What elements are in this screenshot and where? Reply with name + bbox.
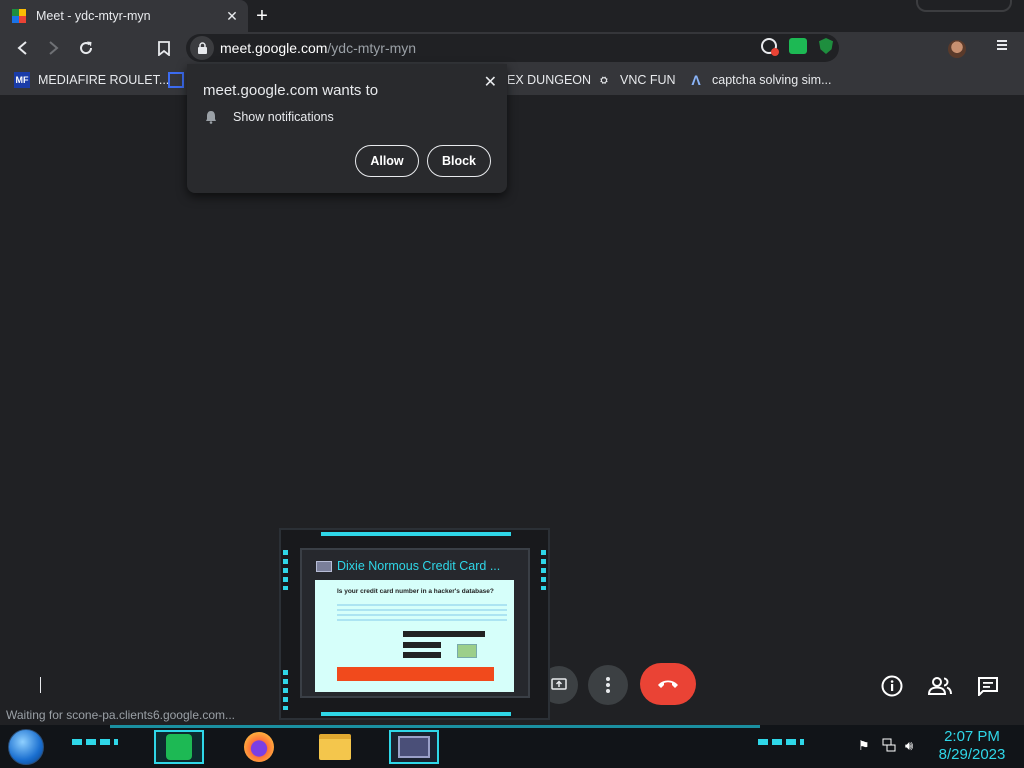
taskbar-file-explorer[interactable]: [310, 730, 360, 764]
allow-button[interactable]: Allow: [355, 145, 419, 177]
tab-close-icon[interactable]: ✕: [220, 4, 244, 28]
back-arrow-icon[interactable]: [6, 34, 38, 62]
preview-frame-accent-left: [283, 550, 288, 590]
bookmark-vnc-fun[interactable]: ⛭ VNC FUN: [596, 71, 675, 89]
address-bar[interactable]: meet.google.com/ydc-mtyr-myn: [186, 34, 839, 62]
preview-frame-accent-top: [321, 532, 511, 536]
profile-avatar[interactable]: [948, 40, 966, 58]
camera-blocked-icon[interactable]: [761, 38, 779, 56]
taskbar-firefox[interactable]: [234, 730, 284, 764]
preview-frame-accent-left-bottom: [283, 670, 288, 710]
preview-input-1: [403, 631, 485, 637]
clock-time: 2:07 PM: [944, 728, 1000, 745]
more-options-button[interactable]: [588, 665, 628, 705]
taskbar-top-rail: [110, 725, 760, 728]
tab-title: Meet - ydc-mtyr-myn: [36, 9, 151, 23]
block-button[interactable]: Block: [427, 145, 491, 177]
extension-icons: [761, 38, 833, 56]
tab-meet[interactable]: Meet - ydc-mtyr-myn ✕: [0, 0, 248, 32]
taskbar-spotify[interactable]: [154, 730, 204, 764]
bookmark-chevron-icon: [168, 72, 184, 88]
bookmark-ex-dungeon[interactable]: EX DUNGEON: [507, 71, 591, 89]
text-cursor: [40, 677, 41, 693]
preview-frame-accent-right: [541, 550, 546, 590]
new-tab-plus-icon[interactable]: +: [250, 4, 274, 28]
window-app-icon: [316, 561, 332, 572]
preview-page-heading: Is your credit card number in a hacker's…: [337, 588, 494, 595]
forward-arrow-icon[interactable]: [38, 34, 70, 62]
mediafire-icon: MF: [14, 72, 30, 88]
meeting-details-info-icon[interactable]: [878, 672, 906, 700]
taskbar-active-window[interactable]: [389, 730, 439, 764]
captcha-icon: Λ: [691, 72, 701, 88]
taskbar-accent-right: [758, 739, 804, 745]
url-text: meet.google.com/ydc-mtyr-myn: [220, 40, 417, 56]
preview-submit-bar: [337, 667, 494, 681]
leave-call-button[interactable]: [640, 663, 696, 705]
notification-permission-dialog: meet.google.com wants to ✕ Show notifica…: [187, 64, 507, 193]
start-button[interactable]: [8, 729, 44, 765]
lock-icon[interactable]: [190, 36, 214, 60]
chrome-menu-icon[interactable]: [992, 38, 1012, 58]
preview-page-content: Is your credit card number in a hacker's…: [315, 580, 514, 692]
preview-title: Dixie Normous Credit Card ...: [337, 559, 501, 573]
tray-volume-icon[interactable]: 🔊︎: [905, 738, 913, 754]
reload-icon[interactable]: [70, 34, 102, 62]
taskbar-accent-left: [72, 739, 118, 745]
taskbar-clock[interactable]: 2:07 PM 8/29/2023: [930, 728, 1014, 764]
bookmarks-bar: MF MEDIAFIRE ROULET... EX DUNGEON ⛭ VNC …: [0, 64, 1024, 96]
close-icon[interactable]: ✕: [484, 72, 497, 92]
clock-date: 8/29/2023: [938, 746, 1006, 763]
permission-item: Show notifications: [205, 110, 334, 124]
status-bar: Waiting for scone-pa.clients6.google.com…: [0, 705, 242, 725]
preview-text-lines: [337, 604, 507, 622]
vnc-icon: ⛭: [600, 74, 608, 85]
permission-title: meet.google.com wants to: [203, 82, 379, 99]
people-icon[interactable]: [926, 672, 954, 700]
bookmark-captcha[interactable]: Λ captcha solving sim...: [688, 71, 831, 89]
window-frame-decoration: [916, 0, 1012, 12]
tray-flag-icon[interactable]: ⚑: [858, 738, 870, 754]
credit-card-icon: [457, 644, 477, 658]
chat-icon[interactable]: [974, 672, 1002, 700]
tray-network-icon[interactable]: [882, 738, 896, 755]
firefox-icon: [244, 732, 274, 762]
tab-strip: Meet - ydc-mtyr-myn ✕ +: [0, 0, 1024, 32]
preview-input-2: [403, 642, 441, 648]
browser-toolbar: meet.google.com/ydc-mtyr-myn: [0, 32, 1024, 64]
app-window-icon: [398, 736, 430, 758]
spotify-extension-icon[interactable]: [789, 38, 807, 54]
bookmark-mediafire[interactable]: MF MEDIAFIRE ROULET...: [14, 71, 169, 89]
shield-extension-icon[interactable]: [819, 38, 833, 54]
preview-frame-accent-bottom: [321, 712, 511, 716]
google-meet-icon: [12, 9, 26, 23]
bookmark-icon[interactable]: [148, 34, 180, 62]
folder-icon: [319, 734, 351, 760]
spotify-icon: [166, 734, 192, 760]
preview-input-3: [403, 652, 441, 658]
bell-icon: [205, 110, 219, 124]
